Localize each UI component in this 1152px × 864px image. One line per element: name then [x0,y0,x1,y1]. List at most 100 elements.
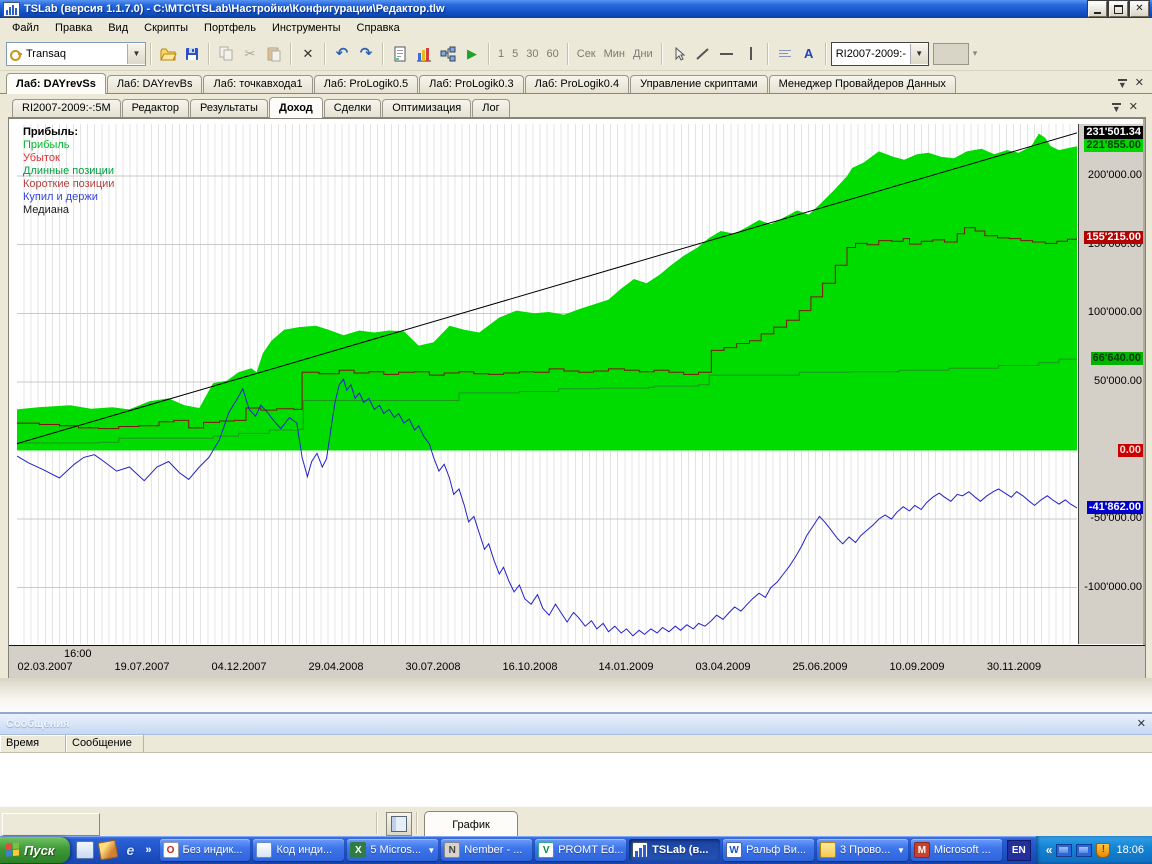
taskbar-button-label: 5 Micros... [370,844,422,856]
script-tab-Лаб: ProLogik0.3[interactable]: Лаб: ProLogik0.3 [419,75,524,93]
equity-curve-svg [16,124,1078,644]
start-button[interactable]: Пуск [0,837,71,863]
taskbar-button-PROMT Ed...[interactable]: V PROMT Ed... [535,839,627,861]
chevron-down-icon[interactable]: ▼ [127,43,145,64]
chart-plot-area[interactable] [16,124,1078,644]
tray-expand-icon[interactable]: « [1046,843,1053,857]
taskbar-button-TSLab (в...[interactable]: TSLab (в... [629,839,721,861]
interval-unit-button-Сек[interactable]: Сек [573,48,600,60]
connection-combo[interactable]: Transaq ▼ [6,41,146,66]
tab-graph[interactable]: График [424,811,518,839]
cut-button[interactable]: ✂ [238,42,262,66]
menu-item-Скрипты[interactable]: Скрипты [136,20,196,36]
chevron-down-icon[interactable]: ▼ [909,43,928,64]
script-tab-Лаб: ProLogik0.5[interactable]: Лаб: ProLogik0.5 [313,75,419,93]
messages-caption-bar: Сообщения ✕ [0,714,1152,735]
trend-line-tool-button[interactable] [691,42,715,66]
symbol-combo[interactable]: RI2007-2009:- ▼ [830,41,929,66]
separator [150,42,152,65]
interval-button-1[interactable]: 1 [494,48,508,60]
taskbar-button-Microsoft ...[interactable]: M Microsoft ... [910,839,1002,861]
network-icon[interactable] [1056,843,1073,857]
close-tab-icon[interactable]: ✕ [1135,78,1144,89]
taskbar-button-5 Micros...[interactable]: X5 Micros... ▼ [347,839,439,861]
script-tab-Лаб: ProLogik0.4[interactable]: Лаб: ProLogik0.4 [524,75,630,93]
script-tab-Лаб: DAYrevSs[interactable]: Лаб: DAYrevSs [6,73,106,94]
tslab-app-icon [3,1,20,17]
taskbar-button-Код инди...[interactable]: Код инди... [253,839,345,861]
interval-button-30[interactable]: 30 [522,48,542,60]
view-tab-Сделки[interactable]: Сделки [323,99,382,117]
quicklaunch-overflow-icon[interactable]: » [143,844,153,856]
delete-button[interactable]: ✕ [296,42,320,66]
messages-column-Сообщение[interactable]: Сообщение [66,735,144,752]
view-tab-Редактор[interactable]: Редактор [121,99,190,117]
redo-button[interactable]: ↷ [354,42,378,66]
text-tool-button[interactable] [773,42,797,66]
close-tab-icon[interactable]: ✕ [1129,102,1138,113]
separator [208,42,210,65]
messages-column-Время[interactable]: Время [0,735,66,752]
network-icon[interactable] [1076,843,1093,857]
close-button[interactable]: ✕ [1130,1,1149,17]
vertical-line-tool-button[interactable] [739,42,763,66]
undo-button[interactable]: ↶ [330,42,354,66]
script-tab-strip: Лаб: DAYrevSs Лаб: DAYrevBs Лаб: точкавход… [0,71,1152,94]
chart-button[interactable] [412,42,436,66]
y-axis-scale[interactable]: 200'000.00 150'000.00 100'000.00 50'000.00-… [1078,124,1144,644]
script-tab-Менеджер Провайдеров Данных[interactable]: Менеджер Провайдеров Данных [768,75,956,93]
separator [416,812,418,834]
interval-button-5[interactable]: 5 [508,48,522,60]
taskbar-button-Nember - ...[interactable]: N Nember - ... [441,839,533,861]
quicklaunch-ie-icon[interactable]: e [122,842,138,858]
copy-button[interactable] [214,42,238,66]
menu-item-Портфель[interactable]: Портфель [196,20,264,36]
script-tab-Лаб: DAYrevBs[interactable]: Лаб: DAYrevBs [106,75,203,93]
script-scheme-button[interactable] [436,42,460,66]
sheet-list-button[interactable] [386,812,412,836]
view-tab-Результаты[interactable]: Результаты [190,99,268,117]
taskbar-button-3 Прово...[interactable]: 3 Прово... ▼ [816,839,908,861]
script-tab-Управление скриптами[interactable]: Управление скриптами [630,75,768,93]
view-tab-Лог[interactable]: Лог [472,99,510,117]
promt-icon: V [538,842,555,858]
legend-item-Купил и держи: Купил и держи [23,191,98,203]
taskbar-button-Ральф Ви...[interactable]: W Ральф Ви... [723,839,814,861]
dock-menu-icon[interactable]: ▼ [1117,78,1127,89]
label-tool-button[interactable]: A [797,42,821,66]
quicklaunch-pen-icon[interactable] [97,839,119,861]
dock-menu-icon[interactable]: ▼ [1111,102,1121,113]
interval-button-60[interactable]: 60 [543,48,563,60]
taskbar-button-Без индик...[interactable]: O Без индик... [159,839,251,861]
save-button[interactable] [180,42,204,66]
view-tab-Доход[interactable]: Доход [268,97,323,118]
interval-unit-button-Мин[interactable]: Мин [600,48,629,60]
script-tab-Лаб: точкавхода1[interactable]: Лаб: точкавхода1 [203,75,313,93]
horizontal-line-tool-button[interactable] [715,42,739,66]
maximize-button[interactable] [1109,1,1128,17]
script-tabs: Лаб: DAYrevSs Лаб: DAYrevBs Лаб: точкавход… [6,73,957,94]
menu-item-Справка[interactable]: Справка [349,20,408,36]
quicklaunch-document-icon[interactable] [76,841,95,859]
security-shield-icon[interactable]: ! [1096,842,1111,858]
empty-combo-box[interactable] [932,42,969,65]
task-buttons: O Без индик... Код инди... X 5 Micros... ▼ N Ne… [159,839,1002,861]
messages-list[interactable] [0,753,1152,808]
interval-unit-button-Дни[interactable]: Дни [629,48,657,60]
toolbar-overflow-icon[interactable]: ▾ [973,48,978,59]
menu-item-Файл[interactable]: Файл [4,20,47,36]
run-button[interactable]: ▶ [460,42,484,66]
open-button[interactable] [156,42,180,66]
menu-item-Вид[interactable]: Вид [100,20,136,36]
language-indicator[interactable]: EN [1006,839,1031,861]
menu-item-Правка[interactable]: Правка [47,20,100,36]
menu-item-Инструменты[interactable]: Инструменты [264,20,349,36]
properties-button[interactable] [388,42,412,66]
view-tab-RI2007-2009:-:5M[interactable]: RI2007-2009:-:5M [12,99,121,117]
cursor-tool-button[interactable] [667,42,691,66]
legend-item-Прибыль: Прибыль [23,139,70,151]
close-messages-icon[interactable]: ✕ [1137,718,1146,730]
view-tab-Оптимизация[interactable]: Оптимизация [382,99,472,117]
paste-button[interactable] [262,42,286,66]
minimize-button[interactable] [1088,1,1107,17]
